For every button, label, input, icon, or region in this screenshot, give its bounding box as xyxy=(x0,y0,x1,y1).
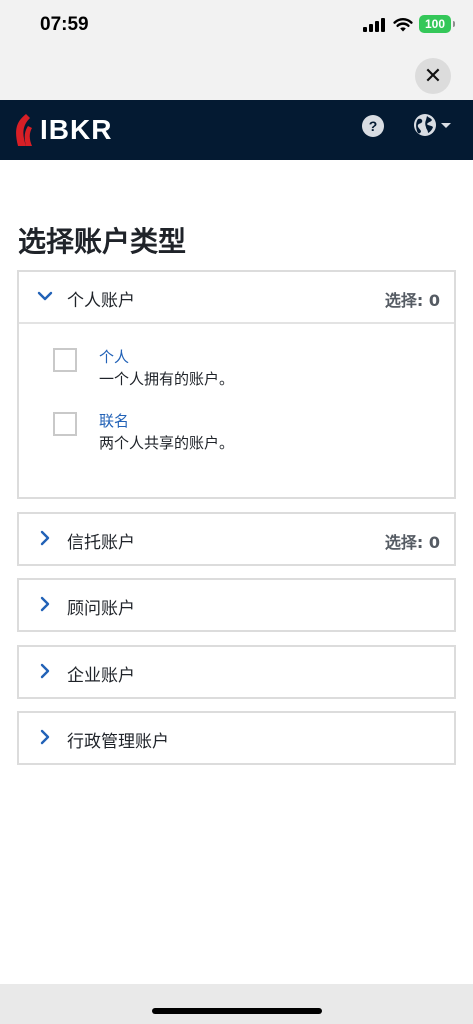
section-label: 信托账户 xyxy=(67,533,135,553)
section-header[interactable]: 信托账户 选择: 0 xyxy=(19,514,454,564)
language-selector[interactable] xyxy=(413,113,451,137)
section-advisor-account[interactable]: 顾问账户 xyxy=(17,578,456,632)
help-icon[interactable]: ? xyxy=(362,115,384,137)
wifi-icon xyxy=(393,18,413,32)
section-label: 企业账户 xyxy=(67,666,135,686)
section-trust-account[interactable]: 信托账户 选择: 0 xyxy=(17,512,456,566)
section-label: 顾问账户 xyxy=(67,599,135,619)
chevron-down-icon xyxy=(441,122,451,128)
globe-icon xyxy=(414,114,436,136)
option-title[interactable]: 个人 xyxy=(99,346,129,367)
close-button[interactable]: ✕ xyxy=(415,58,451,94)
chevron-right-icon xyxy=(40,530,50,546)
section-header[interactable]: 个人账户 选择: 0 xyxy=(19,272,454,322)
chevron-right-icon xyxy=(40,596,50,612)
selection-count: 选择: 0 xyxy=(384,291,440,310)
ibkr-logo: IBKR xyxy=(12,110,112,150)
ibkr-flame-icon xyxy=(16,114,32,146)
section-label: 个人账户 xyxy=(67,291,135,311)
section-business-account[interactable]: 企业账户 xyxy=(17,645,456,699)
chevron-down-icon xyxy=(37,291,53,301)
app-navbar: IBKR ? xyxy=(0,100,473,160)
section-header[interactable]: 企业账户 xyxy=(19,647,454,697)
close-icon: ✕ xyxy=(423,63,443,89)
section-header[interactable]: 顾问账户 xyxy=(19,580,454,630)
chevron-right-icon xyxy=(40,663,50,679)
page-title: 选择账户类型 xyxy=(18,225,187,258)
option-title[interactable]: 联名 xyxy=(99,410,129,431)
battery-indicator: 100 xyxy=(419,15,455,33)
section-body: 个人 一个人拥有的账户。 联名 两个人共享的账户。 xyxy=(19,322,454,497)
chevron-right-icon xyxy=(40,729,50,745)
modal-top-strip: ✕ xyxy=(0,52,473,100)
selection-count: 选择: 0 xyxy=(384,533,440,552)
brand-name: IBKR xyxy=(40,114,113,145)
section-administration-account[interactable]: 行政管理账户 xyxy=(17,711,456,765)
section-individual-account: 个人账户 选择: 0 个人 一个人拥有的账户。 联名 两个人共享的账户。 xyxy=(17,270,456,499)
option-description: 两个人共享的账户。 xyxy=(99,434,235,452)
status-bar: 07:59 100 xyxy=(0,0,473,52)
option-description: 一个人拥有的账户。 xyxy=(99,370,235,388)
checkbox[interactable] xyxy=(53,348,77,372)
status-time: 07:59 xyxy=(40,14,89,35)
home-indicator[interactable] xyxy=(152,1008,322,1014)
section-header[interactable]: 行政管理账户 xyxy=(19,713,454,763)
home-bar-area xyxy=(0,984,473,1024)
checkbox[interactable] xyxy=(53,412,77,436)
cellular-signal-icon xyxy=(363,18,385,32)
section-label: 行政管理账户 xyxy=(67,732,169,752)
